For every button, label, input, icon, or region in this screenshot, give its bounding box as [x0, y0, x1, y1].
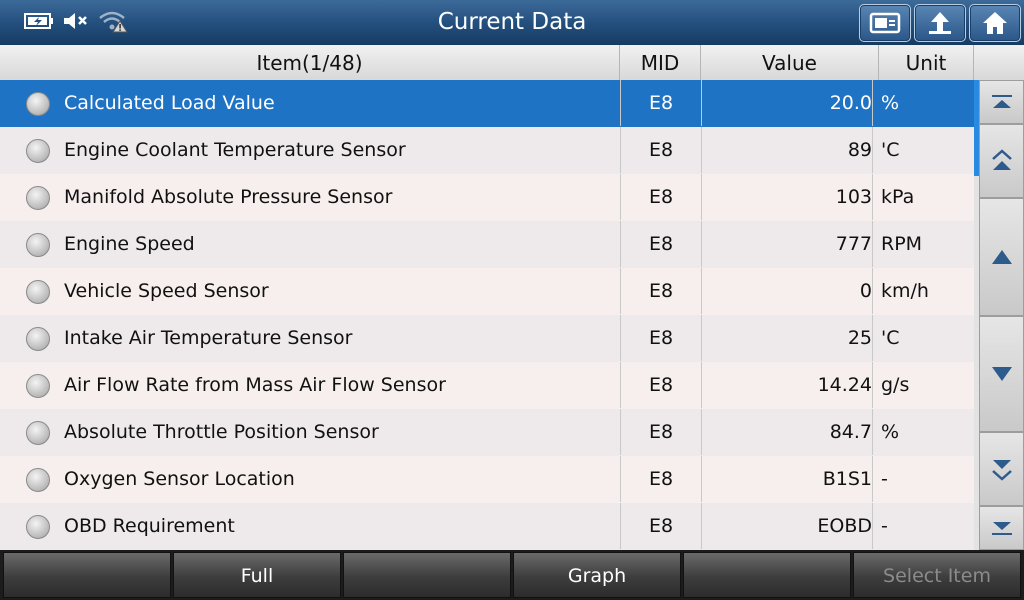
- radio-indicator[interactable]: [26, 233, 50, 257]
- toolbar-button-5[interactable]: [683, 552, 851, 598]
- row-value: 20.0: [701, 80, 873, 126]
- radio-indicator[interactable]: [26, 139, 50, 163]
- column-header-item: Item(1/48): [0, 45, 620, 80]
- row-unit: -: [881, 515, 888, 537]
- row-mid: E8: [620, 315, 702, 361]
- column-header-mid: MID: [620, 45, 701, 80]
- row-unit: 'C: [881, 139, 900, 161]
- back-button[interactable]: [914, 4, 966, 42]
- row-unit: RPM: [881, 233, 923, 255]
- row-value: 84.7: [701, 409, 873, 455]
- table-row[interactable]: Engine Coolant Temperature Sensor E8 89 …: [0, 127, 974, 175]
- row-value: 777: [701, 221, 873, 267]
- row-unit: km/h: [881, 280, 929, 302]
- scroll-bottom-icon: [991, 522, 1012, 535]
- row-unit: %: [881, 421, 900, 443]
- row-item: Vehicle Speed Sensor: [64, 280, 269, 302]
- column-header-value: Value: [701, 45, 879, 80]
- home-button[interactable]: [969, 4, 1021, 42]
- row-mid: E8: [620, 503, 702, 549]
- radio-indicator[interactable]: [26, 374, 50, 398]
- select-item-button[interactable]: Select Item: [853, 552, 1021, 598]
- column-header-unit: Unit: [879, 45, 974, 80]
- row-unit: 'C: [881, 327, 900, 349]
- radio-indicator[interactable]: [26, 280, 50, 304]
- page-up-button[interactable]: [979, 124, 1024, 198]
- row-mid: E8: [620, 362, 702, 408]
- scroll-down-button[interactable]: [979, 316, 1024, 432]
- title-bar: Current Data: [0, 0, 1024, 46]
- row-mid: E8: [620, 456, 702, 502]
- table-row[interactable]: Manifold Absolute Pressure Sensor E8 103…: [0, 174, 974, 222]
- row-unit: -: [881, 468, 888, 490]
- row-item: Engine Speed: [64, 233, 195, 255]
- row-mid: E8: [620, 268, 702, 314]
- table-row[interactable]: Engine Speed E8 777 RPM: [0, 221, 974, 269]
- row-mid: E8: [620, 127, 702, 173]
- radio-indicator[interactable]: [26, 327, 50, 351]
- back-icon: [929, 12, 951, 34]
- screenshot-icon: [869, 12, 901, 34]
- table-row[interactable]: Absolute Throttle Position Sensor E8 84.…: [0, 409, 974, 457]
- table-row[interactable]: Vehicle Speed Sensor E8 0 km/h: [0, 268, 974, 316]
- table-row[interactable]: Calculated Load Value E8 20.0 %: [0, 80, 974, 128]
- scroll-up-button[interactable]: [979, 198, 1024, 316]
- scroll-top-icon: [991, 95, 1012, 108]
- table-row[interactable]: Intake Air Temperature Sensor E8 25 'C: [0, 315, 974, 363]
- radio-indicator[interactable]: [26, 186, 50, 210]
- screenshot-button[interactable]: [859, 4, 911, 42]
- row-value: 103: [701, 174, 873, 220]
- row-value: 89: [701, 127, 873, 173]
- row-value: 0: [701, 268, 873, 314]
- row-unit: kPa: [881, 186, 915, 208]
- row-mid: E8: [620, 221, 702, 267]
- row-mid: E8: [620, 174, 702, 220]
- full-button[interactable]: Full: [173, 552, 341, 598]
- radio-indicator[interactable]: [26, 92, 50, 116]
- page-down-button[interactable]: [979, 432, 1024, 506]
- row-value: B1S1: [701, 456, 873, 502]
- row-value: EOBD: [701, 503, 873, 549]
- row-item: OBD Requirement: [64, 515, 235, 537]
- row-item: Intake Air Temperature Sensor: [64, 327, 353, 349]
- table-row[interactable]: Oxygen Sensor Location E8 B1S1 -: [0, 456, 974, 504]
- row-mid: E8: [620, 409, 702, 455]
- arrow-up-icon: [991, 250, 1012, 264]
- row-item: Manifold Absolute Pressure Sensor: [64, 186, 393, 208]
- row-unit: g/s: [881, 374, 910, 396]
- scroll-buttons: [979, 80, 1024, 550]
- row-item: Air Flow Rate from Mass Air Flow Sensor: [64, 374, 446, 396]
- graph-button[interactable]: Graph: [513, 552, 681, 598]
- double-chevron-down-icon: [991, 460, 1012, 481]
- row-mid: E8: [620, 80, 702, 126]
- scroll-top-button[interactable]: [979, 80, 1024, 124]
- bottom-toolbar: Full Graph Select Item: [0, 550, 1024, 600]
- home-icon: [983, 12, 1007, 34]
- row-item: Engine Coolant Temperature Sensor: [64, 139, 406, 161]
- double-chevron-up-icon: [991, 149, 1012, 170]
- toolbar-button-3[interactable]: [343, 552, 511, 598]
- row-item: Absolute Throttle Position Sensor: [64, 421, 379, 443]
- toolbar-button-1[interactable]: [3, 552, 171, 598]
- row-item: Calculated Load Value: [64, 92, 275, 114]
- row-item: Oxygen Sensor Location: [64, 468, 295, 490]
- table-row[interactable]: Air Flow Rate from Mass Air Flow Sensor …: [0, 362, 974, 410]
- radio-indicator[interactable]: [26, 421, 50, 445]
- radio-indicator[interactable]: [26, 468, 50, 492]
- arrow-down-icon: [991, 367, 1012, 381]
- scroll-bottom-button[interactable]: [979, 506, 1024, 550]
- table-row[interactable]: OBD Requirement E8 EOBD -: [0, 503, 974, 551]
- row-unit: %: [881, 92, 900, 114]
- column-header-spacer: [974, 45, 1024, 80]
- table-header: Item(1/48) MID Value Unit: [0, 45, 1024, 81]
- row-value: 25: [701, 315, 873, 361]
- row-value: 14.24: [701, 362, 873, 408]
- radio-indicator[interactable]: [26, 515, 50, 539]
